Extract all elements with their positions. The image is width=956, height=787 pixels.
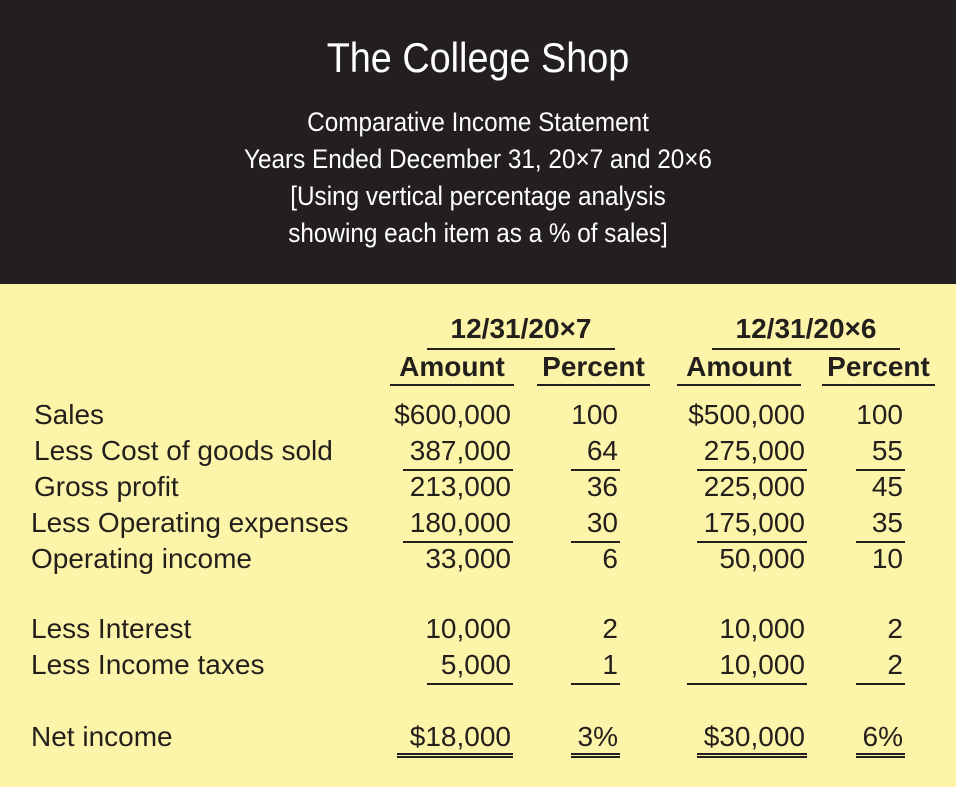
percent-cell: 2 bbox=[602, 613, 618, 644]
company-name: The College Shop bbox=[326, 34, 630, 81]
row-label: Less Interest bbox=[31, 613, 192, 644]
percent-cell: 35 bbox=[856, 506, 905, 543]
row-label: Operating income bbox=[31, 543, 253, 574]
row-label: Net income bbox=[31, 721, 173, 752]
percent-cell: 45 bbox=[871, 471, 903, 502]
row-label: Less Income taxes bbox=[31, 649, 265, 680]
percent-cell: 1 bbox=[571, 648, 620, 685]
period-header-20x6: 12/31/20×6 bbox=[712, 312, 900, 350]
percent-header-20x6: Percent bbox=[822, 350, 935, 386]
percent-cell: 30 bbox=[571, 506, 620, 543]
statement-header: The College Shop Comparative Income Stat… bbox=[0, 0, 956, 284]
amount-cell: 180,000 bbox=[403, 506, 513, 543]
period-header-20x7: 12/31/20×7 bbox=[427, 312, 615, 350]
row-label: Gross profit bbox=[34, 471, 179, 502]
amount-cell: $18,000 bbox=[397, 720, 513, 758]
statement-title: Comparative Income Statement bbox=[307, 107, 649, 137]
row-label: Sales bbox=[34, 399, 105, 430]
percent-header-20x7: Percent bbox=[537, 350, 650, 386]
amount-cell: 275,000 bbox=[697, 434, 807, 471]
amount-cell: 5,000 bbox=[427, 648, 513, 685]
percent-cell: 100 bbox=[856, 399, 903, 430]
row-label: Less Cost of goods sold bbox=[34, 435, 333, 466]
amount-header-20x7: Amount bbox=[390, 350, 514, 386]
statement-note-line-2: showing each item as a % of sales] bbox=[288, 218, 668, 248]
amount-cell: 10,000 bbox=[687, 648, 807, 685]
percent-cell: 2 bbox=[887, 613, 903, 644]
percent-cell: 55 bbox=[856, 434, 905, 471]
percent-cell: 6% bbox=[856, 720, 905, 758]
percent-cell: 3% bbox=[571, 720, 620, 758]
statement-note-line-1: [Using vertical percentage analysis bbox=[290, 181, 666, 211]
amount-header-20x6: Amount bbox=[677, 350, 801, 386]
amount-cell: $30,000 bbox=[697, 720, 807, 758]
row-label: Less Operating expenses bbox=[31, 507, 349, 538]
amount-cell: 387,000 bbox=[403, 434, 513, 471]
percent-cell: 100 bbox=[571, 399, 618, 430]
statement-period: Years Ended December 31, 20×7 and 20×6 bbox=[244, 144, 712, 174]
percent-cell: 2 bbox=[856, 648, 905, 685]
percent-cell: 64 bbox=[571, 434, 620, 471]
percent-cell: 10 bbox=[871, 543, 903, 574]
amount-cell: 175,000 bbox=[697, 506, 807, 543]
percent-cell: 6 bbox=[602, 543, 618, 574]
percent-cell: 36 bbox=[586, 471, 618, 502]
